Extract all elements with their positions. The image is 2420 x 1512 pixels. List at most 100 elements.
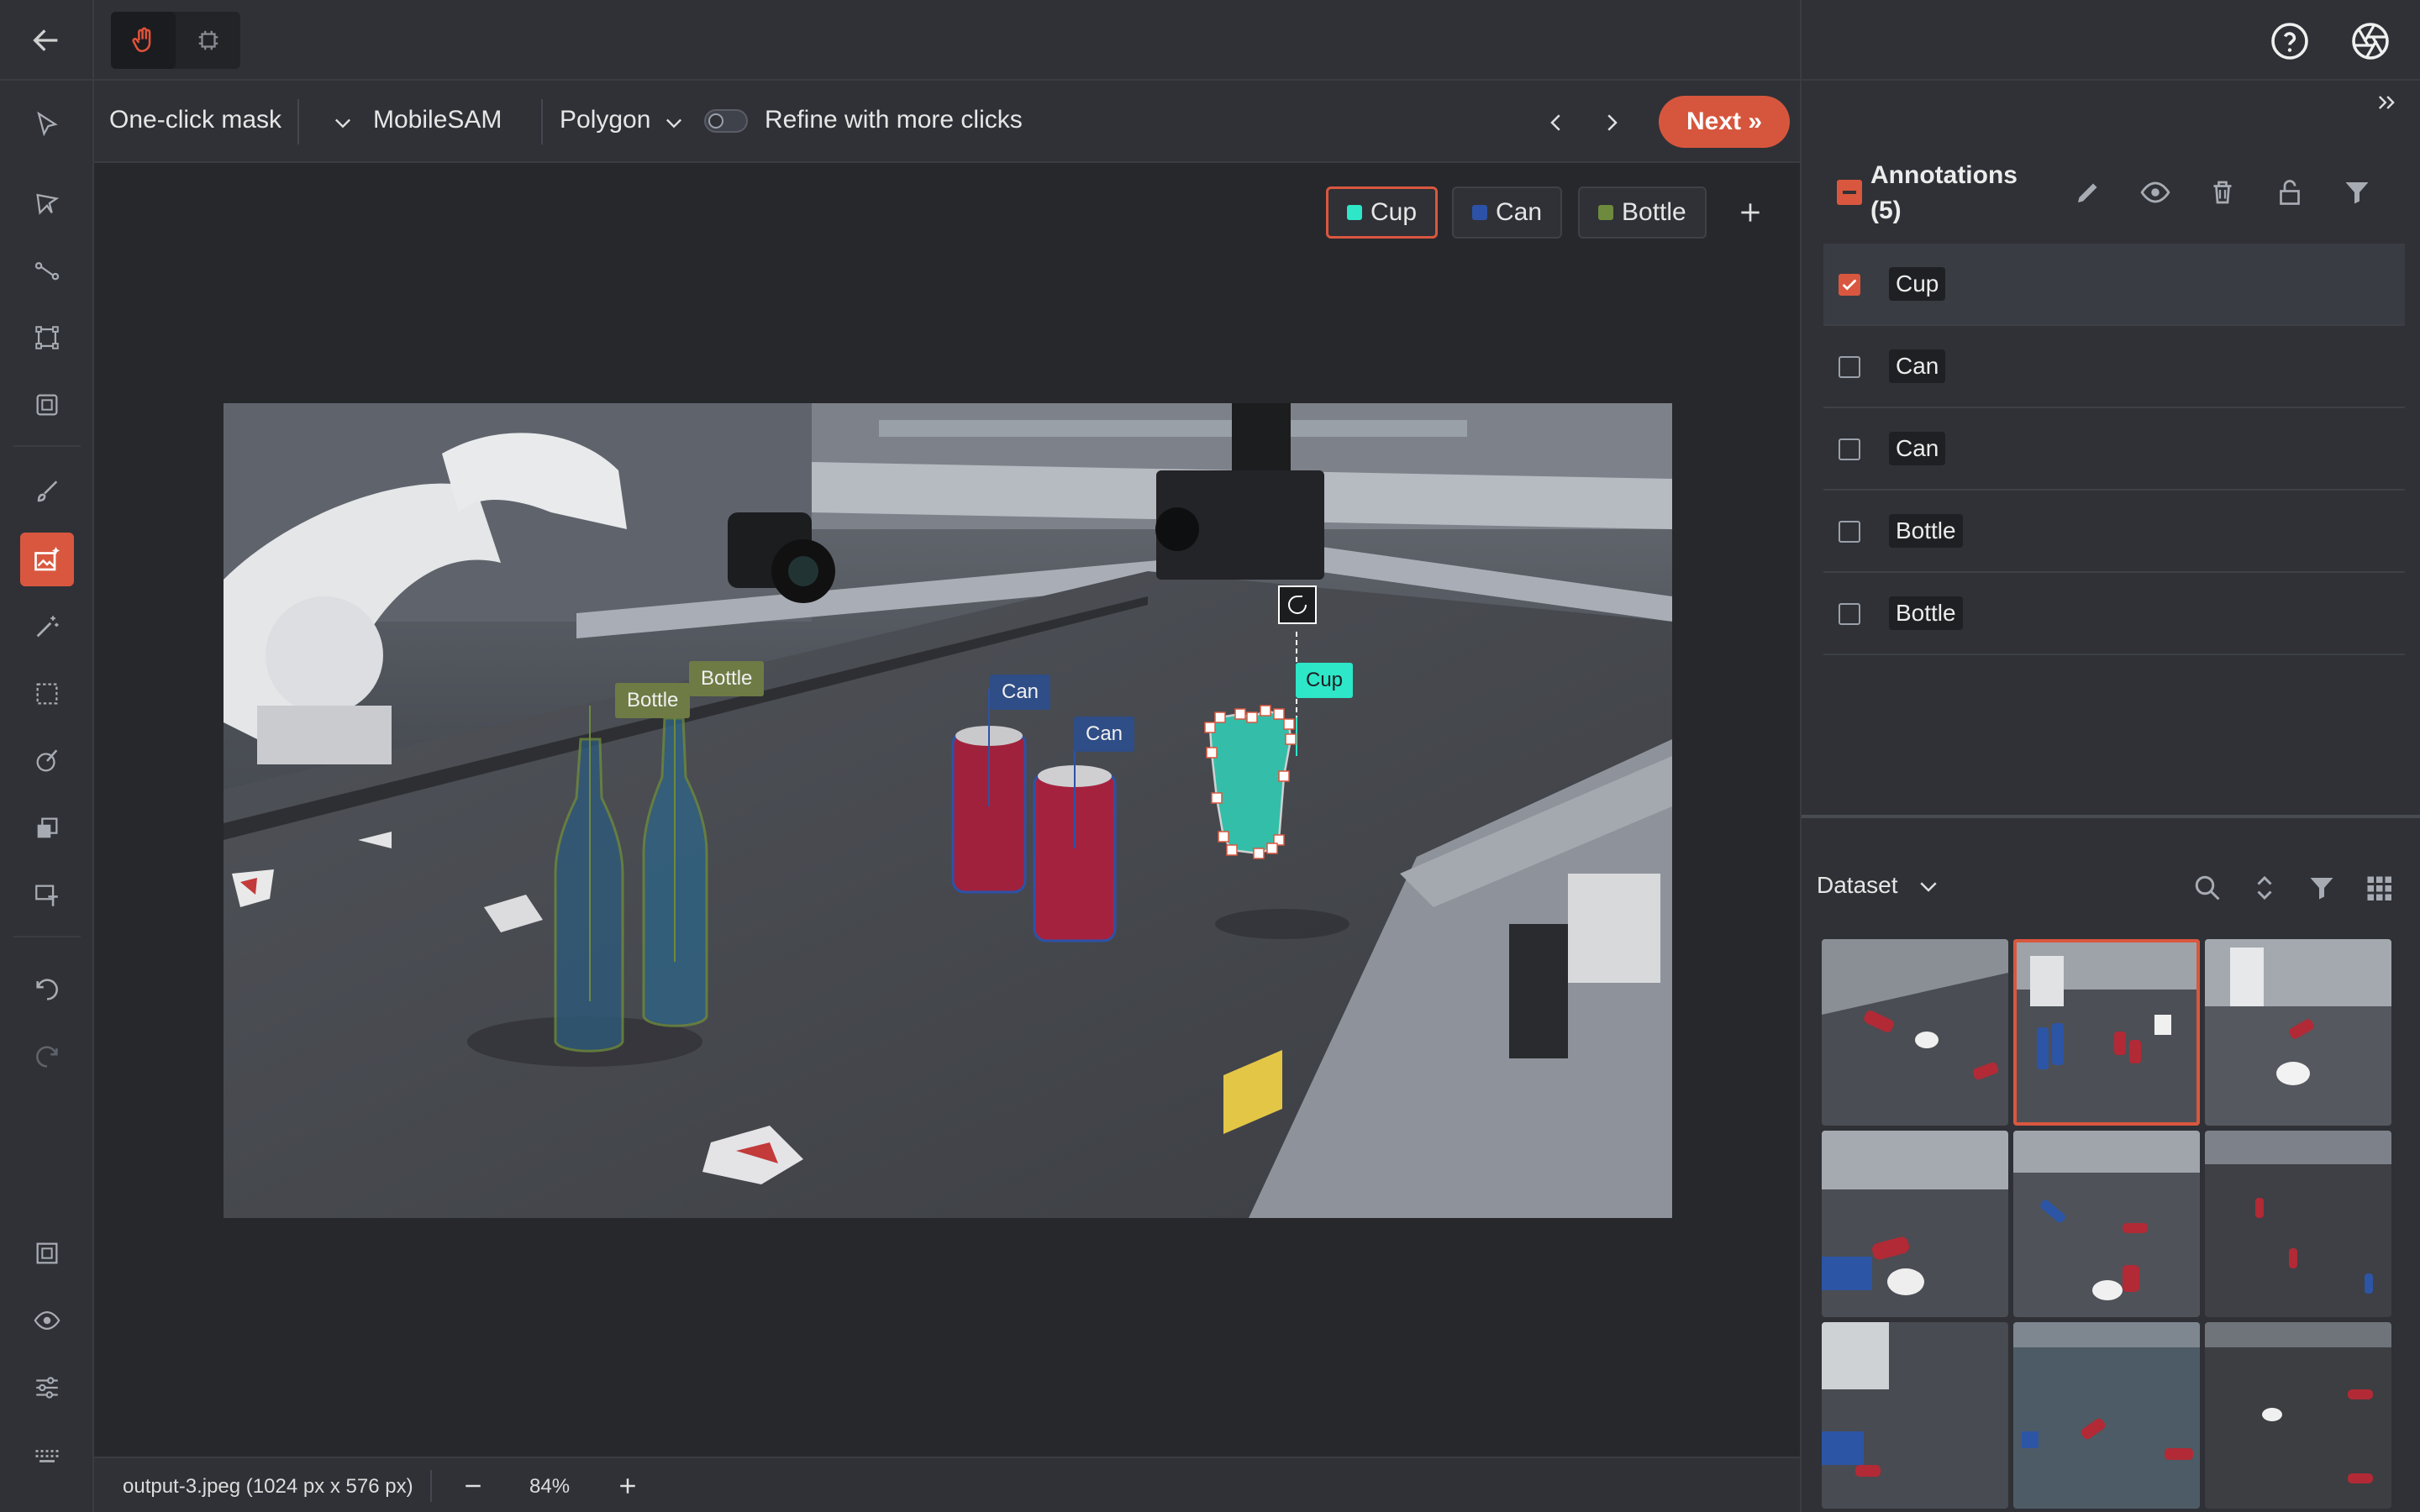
eye-icon xyxy=(34,1310,60,1331)
grid-view-button[interactable] xyxy=(2360,869,2398,907)
output-type-select[interactable]: Polygon xyxy=(560,106,650,134)
lasso-tool[interactable] xyxy=(20,176,74,230)
filter-button[interactable] xyxy=(2302,869,2341,907)
sort-icon xyxy=(2257,875,2272,900)
keyboard-shortcuts-button[interactable] xyxy=(20,1428,74,1482)
image-text-tool[interactable] xyxy=(20,869,74,922)
dashed-rect-icon xyxy=(36,683,58,705)
can-label: Can xyxy=(990,675,1051,710)
annotation-row[interactable]: Bottle xyxy=(1823,573,2405,655)
app-logo-button[interactable] xyxy=(2349,20,2391,62)
bbox-tool[interactable] xyxy=(20,311,74,365)
thumbnail[interactable] xyxy=(2205,939,2391,1126)
help-button[interactable] xyxy=(2269,20,2311,62)
thumbnail[interactable] xyxy=(1822,1131,2008,1317)
annotation-label: Bottle xyxy=(1889,514,1963,548)
thumbnail[interactable] xyxy=(2205,1322,2391,1509)
arrow-left-icon xyxy=(33,29,58,51)
class-chip-can[interactable]: Can xyxy=(1452,186,1563,239)
pan-mode-button[interactable] xyxy=(111,12,176,69)
chevron-down-icon[interactable] xyxy=(1916,874,1941,899)
thumbnail-image xyxy=(1822,939,2008,1126)
annotation-row[interactable]: Can xyxy=(1823,326,2405,408)
check-icon xyxy=(1842,279,1857,291)
previous-image-button[interactable] xyxy=(1539,106,1573,139)
collapse-panel-button[interactable] xyxy=(2371,87,2402,118)
annotation-checkbox[interactable] xyxy=(1839,603,1860,625)
thumbnail-image xyxy=(2013,1131,2200,1317)
image-viewport[interactable]: Bottle Bottle Can Can Cup xyxy=(224,403,1672,1218)
right-panel: Annotations (5) Cup Can Can Bottle Bottl… xyxy=(1800,81,2420,1512)
region-select-tool[interactable] xyxy=(20,667,74,721)
class-chip-bottle[interactable]: Bottle xyxy=(1578,186,1707,239)
image-edit-icon xyxy=(35,885,58,906)
sort-button[interactable] xyxy=(2245,869,2284,907)
line-tool[interactable] xyxy=(20,244,74,297)
thumbnail-image xyxy=(2013,939,2200,1126)
thumbnail[interactable] xyxy=(1822,1322,2008,1509)
eye-icon xyxy=(2140,181,2170,203)
undo-button[interactable] xyxy=(20,963,74,1016)
zoom-out-icon[interactable] xyxy=(460,1473,486,1499)
annotation-checkbox[interactable] xyxy=(1839,438,1860,460)
next-image-arrow[interactable] xyxy=(1595,106,1628,139)
annotation-label: Can xyxy=(1889,349,1946,383)
copy-mask-tool[interactable] xyxy=(20,801,74,855)
thumbnail-image xyxy=(1822,1131,2008,1317)
annotation-row[interactable]: Bottle xyxy=(1823,491,2405,573)
left-toolbar xyxy=(0,81,94,1512)
brush-tool[interactable] xyxy=(20,465,74,519)
redo-button[interactable] xyxy=(20,1030,74,1084)
dataset-select[interactable]: Dataset xyxy=(1817,872,1898,899)
search-button[interactable] xyxy=(2188,869,2227,907)
grid-icon xyxy=(2367,876,2391,900)
layers-icon xyxy=(37,817,58,838)
thumbnail[interactable] xyxy=(2013,1322,2200,1509)
select-tool[interactable] xyxy=(20,97,74,151)
thumbnail-selected[interactable] xyxy=(2013,939,2200,1126)
next-button[interactable]: Next » xyxy=(1659,96,1790,148)
smart-brush-icon xyxy=(36,749,58,772)
panel-resize-handle[interactable] xyxy=(1802,815,2420,818)
ai-mode-button[interactable] xyxy=(176,12,240,69)
annotation-label: Can xyxy=(1889,432,1946,465)
rotated-box-icon xyxy=(36,394,58,416)
annotation-row[interactable]: Cup xyxy=(1823,244,2405,326)
chevron-down-icon[interactable] xyxy=(662,111,686,134)
add-class-button[interactable] xyxy=(1733,195,1768,230)
back-button[interactable] xyxy=(0,0,94,81)
thumbnail[interactable] xyxy=(2205,1131,2391,1317)
chevron-down-icon[interactable] xyxy=(331,111,355,134)
refine-toggle[interactable] xyxy=(704,109,748,133)
toggle-visibility-button[interactable] xyxy=(2136,173,2175,212)
delete-button[interactable] xyxy=(2203,173,2242,212)
model-select[interactable]: MobileSAM xyxy=(373,106,502,134)
smart-brush-tool[interactable] xyxy=(20,734,74,788)
magic-image-icon xyxy=(34,547,60,571)
edit-button[interactable] xyxy=(2069,173,2107,212)
thumbnail[interactable] xyxy=(1822,939,2008,1126)
zoom-in-icon[interactable] xyxy=(615,1473,640,1499)
filter-button[interactable] xyxy=(2338,173,2376,212)
annotation-checkbox[interactable] xyxy=(1839,521,1860,543)
lock-button[interactable] xyxy=(2270,173,2309,212)
class-chip-cup[interactable]: Cup xyxy=(1326,186,1439,239)
color-swatch xyxy=(1347,205,1362,220)
annotation-row[interactable]: Can xyxy=(1823,408,2405,491)
cup-label: Cup xyxy=(1296,663,1354,698)
select-all-checkbox[interactable] xyxy=(1837,180,1862,205)
settings-button[interactable] xyxy=(20,1361,74,1415)
visibility-button[interactable] xyxy=(20,1294,74,1347)
aperture-icon xyxy=(2352,23,2389,60)
annotation-checkbox[interactable] xyxy=(1839,274,1860,296)
fit-to-screen-button[interactable] xyxy=(20,1226,74,1280)
one-click-mask-tool[interactable] xyxy=(20,533,74,586)
magic-wand-tool[interactable] xyxy=(20,600,74,654)
rotate-handle[interactable] xyxy=(1278,585,1317,624)
thumbnail[interactable] xyxy=(2013,1131,2200,1317)
magic-wand-icon xyxy=(36,616,59,638)
rotated-box-tool[interactable] xyxy=(20,378,74,432)
thumbnail-image xyxy=(2205,1131,2391,1317)
annotation-checkbox[interactable] xyxy=(1839,356,1860,378)
annotation-list: Cup Can Can Bottle Bottle xyxy=(1823,244,2405,655)
